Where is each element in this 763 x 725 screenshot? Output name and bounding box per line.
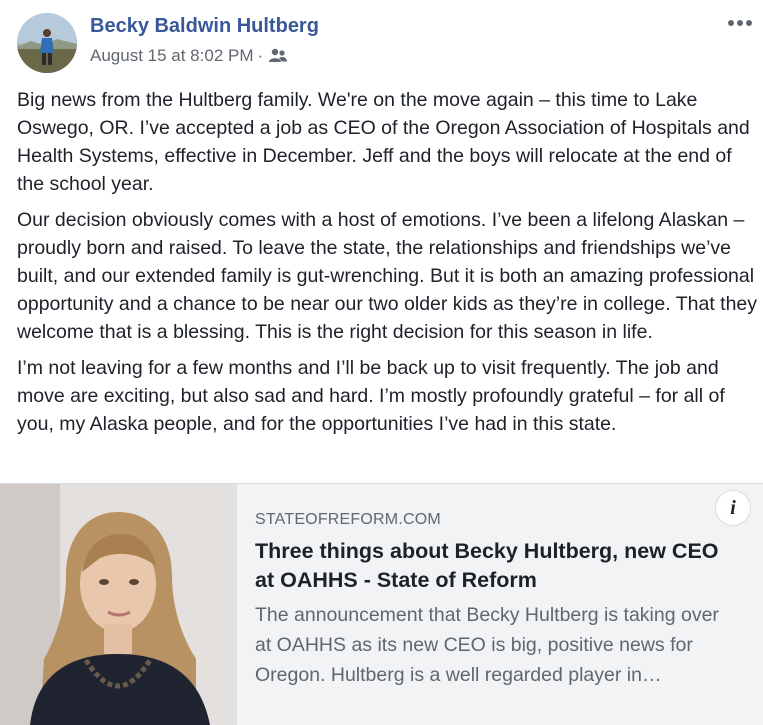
profile-avatar[interactable] xyxy=(17,13,77,73)
link-preview-card[interactable]: STATEOFREFORM.COM Three things about Bec… xyxy=(0,483,763,725)
post-header: Becky Baldwin Hultberg August 15 at 8:02… xyxy=(0,0,763,80)
post-paragraph: Our decision obviously comes with a host… xyxy=(17,209,758,343)
post-timestamp-link[interactable]: August 15 at 8:02 PM xyxy=(90,46,254,66)
link-preview-info[interactable]: STATEOFREFORM.COM Three things about Bec… xyxy=(236,484,763,725)
post-meta: August 15 at 8:02 PM · xyxy=(90,46,289,66)
post-paragraph: I’m not leaving for a few months and I’l… xyxy=(17,357,725,435)
author-name-link[interactable]: Becky Baldwin Hultberg xyxy=(90,15,319,38)
link-title[interactable]: Three things about Becky Hultberg, new C… xyxy=(255,537,735,595)
post-text: Big news from the Hultberg family. We're… xyxy=(17,86,757,446)
meta-separator: · xyxy=(257,46,264,65)
more-options-icon xyxy=(728,20,752,26)
link-domain: STATEOFREFORM.COM xyxy=(255,511,441,528)
link-description: The announcement that Becky Hultberg is … xyxy=(255,604,719,686)
info-icon[interactable]: i xyxy=(715,490,751,526)
post-paragraph: Big news from the Hultberg family. We're… xyxy=(17,89,750,195)
link-preview-thumbnail[interactable] xyxy=(0,484,236,725)
more-options-button[interactable] xyxy=(725,12,755,34)
friends-icon[interactable] xyxy=(267,47,289,65)
